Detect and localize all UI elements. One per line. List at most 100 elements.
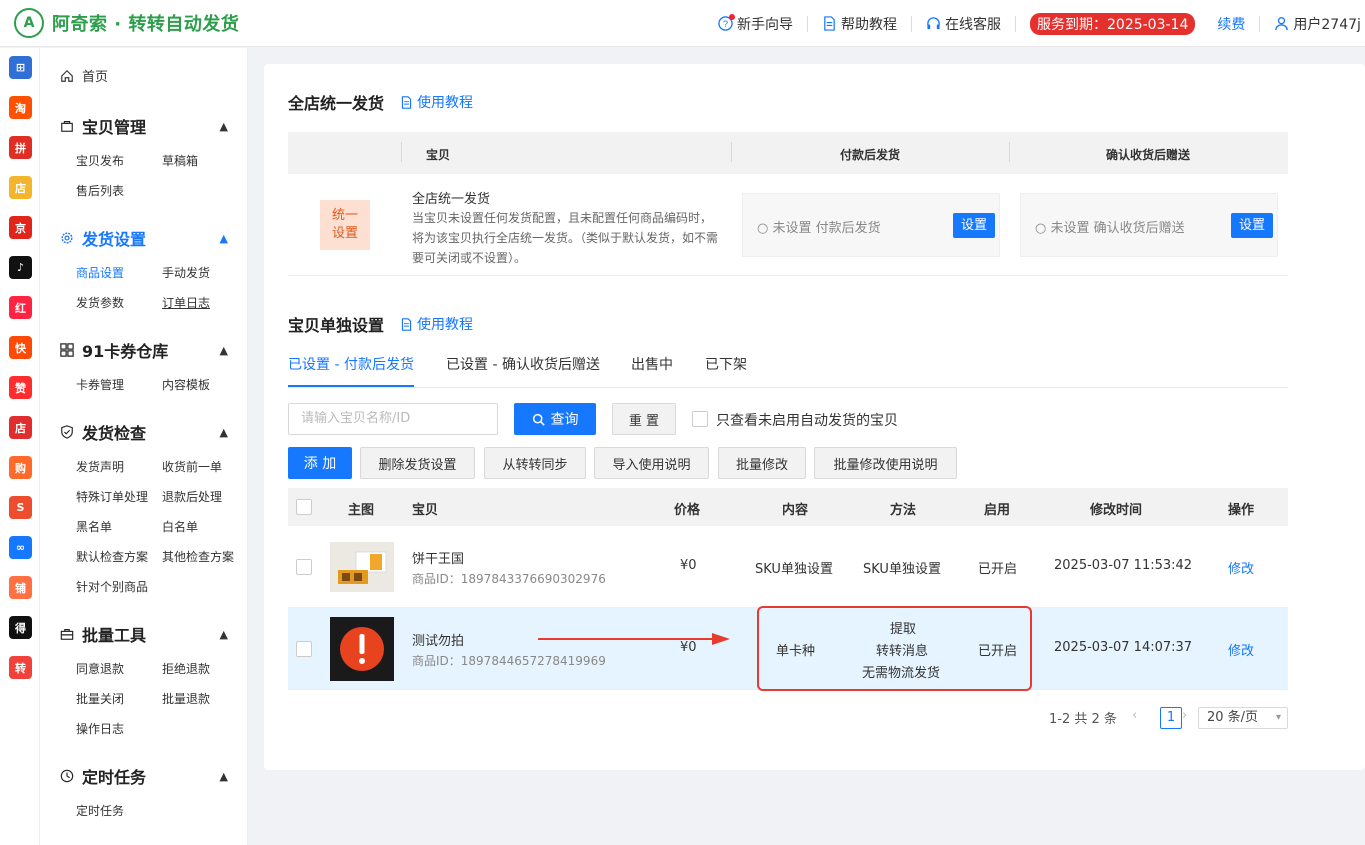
clock-icon [60,769,74,783]
store-icon[interactable]: 铺 [9,576,32,599]
taobao-icon[interactable]: 淘 [9,96,32,119]
sidebar-item[interactable]: 定时任务 [76,802,124,819]
sidebar-item[interactable]: 内容模板 [162,376,210,393]
batch-edit-instructions-button[interactable]: 批量修改使用说明 [814,447,957,479]
query-button[interactable]: 查询 [514,403,596,435]
link-icon[interactable]: ∞ [9,536,32,559]
sidebar-item[interactable]: 批量退款 [162,690,210,707]
after-pay-set-button[interactable]: 设置 [952,213,995,238]
tab-off-shelf[interactable]: 已下架 [705,354,747,374]
page-number[interactable]: 1 [1160,707,1182,729]
import-instructions-button[interactable]: 导入使用说明 [594,447,709,479]
sidebar-item-home[interactable]: 首页 [60,66,108,85]
row-checkbox[interactable] [296,559,312,575]
individual-tutorial-link[interactable]: 使用教程 [400,314,473,334]
product-thumbnail[interactable] [330,617,394,681]
sidebar-item[interactable]: 订单日志 [162,294,210,311]
kuaishou-icon[interactable]: 快 [9,336,32,359]
sidebar-item[interactable]: 发货声明 [76,458,124,475]
sidebar-item[interactable]: 手动发货 [162,264,210,281]
col-item: 宝贝 [412,503,439,518]
sidebar-item[interactable]: 特殊订单处理 [76,488,148,505]
next-page-icon[interactable]: › [1182,708,1187,723]
header-divider [807,15,808,32]
sidebar-group-schedule[interactable]: 定时任务 ▲ [60,764,228,788]
tiktok-icon[interactable]: ♪ [9,256,32,279]
tab-after-pay[interactable]: 已设置 - 付款后发货 [288,354,414,374]
sidebar-item[interactable]: 退款后处理 [162,488,222,505]
jd-icon[interactable]: 京 [9,216,32,239]
zhuanzhuan-icon[interactable]: 转 [9,656,32,679]
search-input[interactable]: 请输入宝贝名称/ID [288,403,498,435]
guide-link[interactable]: ? 新手向导 [718,14,793,34]
delete-setting-button[interactable]: 删除发货设置 [360,447,475,479]
apps-grid-icon[interactable]: ⊞ [9,56,32,79]
select-all-checkbox[interactable] [296,499,312,515]
help-link[interactable]: 帮助教程 [822,14,897,34]
sidebar-group-shipping[interactable]: 发货设置 ▲ [60,226,228,250]
weidian-icon[interactable]: 店 [9,416,32,439]
reset-button[interactable]: 重 置 [612,403,676,435]
sidebar-item[interactable]: 针对个别商品 [76,578,148,595]
col-enabled: 启用 [984,503,1011,518]
add-button[interactable]: 添 加 [288,447,352,479]
sidebar-item[interactable]: 收货前一单 [162,458,222,475]
xiaohongshu-icon[interactable]: 红 [9,296,32,319]
sidebar-group-check[interactable]: 发货检查 ▲ [60,420,228,444]
sidebar-item[interactable]: 其他检查方案 [162,548,234,565]
pinduoduo-icon[interactable]: 拼 [9,136,32,159]
edit-link[interactable]: 修改 [1228,558,1254,577]
tab-after-confirm[interactable]: 已设置 - 确认收货后赠送 [446,354,600,374]
sidebar-item[interactable]: 默认检查方案 [76,548,148,565]
dewu-icon[interactable]: 得 [9,616,32,639]
sidebar-item[interactable]: 发货参数 [76,294,124,311]
sidebar-group-batch[interactable]: 批量工具 ▲ [60,622,228,646]
sidebar-group-items[interactable]: 宝贝管理 ▲ [60,114,228,138]
user-menu[interactable]: 用户2747j [1274,14,1361,34]
sidebar-item[interactable]: 批量关闭 [76,690,124,707]
page-size-select[interactable]: 20 条/页 ▾ [1198,707,1288,729]
shopee-icon[interactable]: S [9,496,32,519]
row-method: SKU单独设置 [863,562,941,577]
sidebar-item[interactable]: 同意退款 [76,660,124,677]
product-thumbnail[interactable] [330,542,394,592]
douyin-shop-icon[interactable]: 店 [9,176,32,199]
row-content: SKU单独设置 [755,562,833,577]
sidebar-item[interactable]: 草稿箱 [162,152,198,169]
sidebar-group-vault[interactable]: 91卡券仓库 ▲ [60,338,228,362]
edit-link[interactable]: 修改 [1228,640,1254,659]
sidebar-item[interactable]: 卡券管理 [76,376,124,393]
group-title-label: 发货检查 [82,424,147,443]
after-confirm-status: ○ 未设置 确认收货后赠送 [1035,221,1185,236]
column-divider [731,142,732,162]
sidebar-item[interactable]: 拒绝退款 [162,660,210,677]
batch-edit-button[interactable]: 批量修改 [718,447,806,479]
sidebar-item[interactable]: 黑名单 [76,518,112,535]
renew-link[interactable]: 续费 [1217,14,1245,34]
gear-icon [61,232,73,244]
document-icon [822,16,837,31]
only-unenabled-checkbox[interactable] [692,411,708,427]
chevron-up-icon: ▲ [219,425,228,439]
col-after-confirm: 确认收货后赠送 [1106,148,1191,162]
sidebar-item[interactable]: 白名单 [162,518,198,535]
sidebar-item[interactable]: 宝贝发布 [76,152,124,169]
after-confirm-set-button[interactable]: 设置 [1230,213,1273,238]
tab-active-indicator [288,385,414,387]
sidebar-item[interactable]: 售后列表 [76,182,124,199]
service-link[interactable]: 在线客服 [926,14,1001,34]
thumb-icon[interactable]: 赞 [9,376,32,399]
row-checkbox[interactable] [296,641,312,657]
app-logo[interactable]: A 阿奇索 · 转转自动发货 [14,8,239,38]
user-icon [1274,16,1289,31]
sidebar-item[interactable]: 商品设置 [76,264,124,281]
sync-button[interactable]: 从转转同步 [484,447,586,479]
shop-bag-icon[interactable]: 购 [9,456,32,479]
group-title-label: 批量工具 [82,626,147,645]
prev-page-icon[interactable]: ‹ [1132,708,1137,723]
tab-on-sale[interactable]: 出售中 [631,354,673,374]
sidebar-item[interactable]: 操作日志 [76,720,124,737]
tab-bar: 已设置 - 付款后发货 已设置 - 确认收货后赠送 出售中 已下架 [288,344,1288,388]
home-icon [61,69,73,82]
uniform-tutorial-link[interactable]: 使用教程 [400,92,473,112]
